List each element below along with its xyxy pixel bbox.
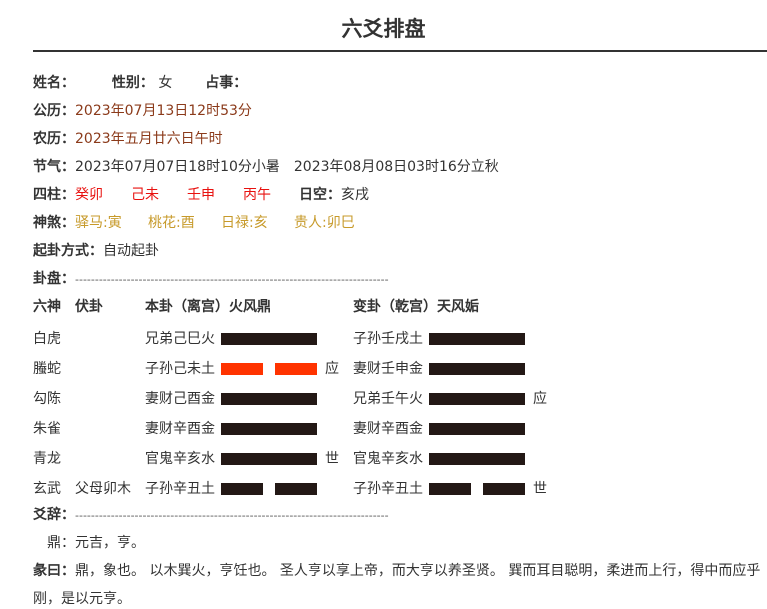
yao-label-row: 爻辞：-------------------------------------… [33, 505, 389, 525]
pillars-label: 四柱： [33, 187, 75, 203]
six-god-cell: 玄武 [33, 481, 61, 497]
tuan-label: 彖曰： [33, 563, 75, 579]
changed-position-mark: 世 [533, 481, 547, 497]
pillar-day: 壬申 [187, 187, 215, 203]
solar-row: 公历：2023年07月13日12时53分 [33, 101, 252, 121]
shensha-label: 神煞： [33, 215, 75, 231]
shensha-yima: 驿马:寅 [75, 215, 122, 231]
original-line-yin-bar-left [221, 363, 263, 375]
changed-line-yang-bar [429, 363, 525, 375]
changed-line-yin-bar-right [483, 483, 525, 495]
pillars-row: 四柱： 癸卯 己未 壬申 丙午 日空：亥戌 [33, 185, 369, 205]
changed-relation-cell: 妻财壬申金 [353, 361, 423, 377]
ding-text: 鼎：元吉，亨。 [47, 535, 145, 551]
lunar-value: 2023年五月廿六日午时 [75, 131, 223, 147]
changed-line-yang-bar [429, 333, 525, 345]
tuan-line-1: 彖曰：鼎，象也。 以木巽火，亨饪也。 圣人亨以享上帝，而大亨以养圣贤。 巽而耳目… [33, 561, 767, 581]
yao-label: 爻辞： [33, 507, 75, 523]
solar-value: 2023年07月13日12时53分 [75, 103, 252, 119]
changed-relation-cell: 兄弟壬午火 [353, 391, 423, 407]
six-god-cell: 螣蛇 [33, 361, 61, 377]
header-six-gods: 六神 [33, 299, 61, 315]
six-god-cell: 白虎 [33, 331, 61, 347]
original-relation-cell: 子孙己未土 [145, 361, 215, 377]
tuan-line-2: 刚，是以元亨。 [33, 591, 131, 607]
changed-position-mark: 应 [533, 391, 547, 407]
changed-relation-cell: 官鬼辛亥水 [353, 451, 423, 467]
original-line-yang-bar [221, 393, 317, 405]
original-relation-cell: 妻财辛酉金 [145, 421, 215, 437]
original-line-yin-bar-left [221, 483, 263, 495]
lunar-label: 农历： [33, 131, 75, 147]
void-group: 日空：亥戌 [299, 185, 369, 205]
changed-relation-cell: 子孙辛丑土 [353, 481, 423, 497]
matter-label: 占事： [205, 75, 248, 91]
pillar-year: 癸卯 [75, 187, 103, 203]
changed-relation-cell: 子孙壬戌土 [353, 331, 423, 347]
method-value: 自动起卦 [103, 243, 159, 259]
six-god-cell: 勾陈 [33, 391, 61, 407]
solar-term-value: 2023年07月07日18时10分小暑 2023年08月08日03时16分立秋 [75, 159, 499, 175]
gender-label: 性别： [111, 75, 154, 91]
solar-label: 公历： [33, 103, 75, 119]
changed-line-yin-bar-left [429, 483, 471, 495]
title-divider [33, 50, 767, 52]
shensha-rilu: 日禄:亥 [221, 215, 268, 231]
six-god-cell: 青龙 [33, 451, 61, 467]
original-position-mark: 应 [325, 361, 339, 377]
chart-label-row: 卦盘：-------------------------------------… [33, 269, 389, 289]
shensha-guiren: 贵人:卯巳 [294, 215, 355, 231]
solar-term-label: 节气： [33, 159, 75, 175]
method-row: 起卦方式：自动起卦 [33, 241, 159, 261]
pillar-month: 己未 [131, 187, 159, 203]
chart-label: 卦盘： [33, 271, 75, 287]
changed-line-yang-bar [429, 453, 525, 465]
six-god-cell: 朱雀 [33, 421, 61, 437]
original-line-yin-bar-right [275, 483, 317, 495]
original-line-yang-bar [221, 333, 317, 345]
lunar-row: 农历：2023年五月廿六日午时 [33, 129, 223, 149]
original-relation-cell: 子孙辛丑土 [145, 481, 215, 497]
name-row: 姓名： 性别： 女 占事： [33, 73, 247, 93]
original-line-yang-bar [221, 423, 317, 435]
void-label: 日空： [299, 187, 341, 203]
original-line-yang-bar [221, 453, 317, 465]
header-original-hexagram: 本卦（离宫）火风鼎 [145, 299, 271, 315]
original-line-yin-bar-right [275, 363, 317, 375]
shensha-taohua: 桃花:酉 [148, 215, 195, 231]
original-relation-cell: 官鬼辛亥水 [145, 451, 215, 467]
shensha-row: 神煞： 驿马:寅 桃花:酉 日禄:亥 贵人:卯巳 [33, 213, 355, 233]
changed-line-yang-bar [429, 423, 525, 435]
yao-dashes: ----------------------------------------… [75, 509, 389, 522]
original-relation-cell: 兄弟己巳火 [145, 331, 215, 347]
changed-relation-cell: 妻财辛酉金 [353, 421, 423, 437]
method-label: 起卦方式： [33, 243, 103, 259]
tuan-text-1: 鼎，象也。 以木巽火，亨饪也。 圣人亨以享上帝，而大亨以养圣贤。 巽而耳目聪明，… [75, 563, 761, 579]
pillar-hour: 丙午 [243, 187, 271, 203]
hidden-line-cell: 父母卯木 [75, 481, 131, 497]
solar-term-row: 节气：2023年07月07日18时10分小暑 2023年08月08日03时16分… [33, 157, 499, 177]
header-changed-hexagram: 变卦（乾宫）天风姤 [353, 299, 479, 315]
original-relation-cell: 妻财己酉金 [145, 391, 215, 407]
original-position-mark: 世 [325, 451, 339, 467]
page-title: 六爻排盘 [341, 17, 426, 41]
changed-line-yang-bar [429, 393, 525, 405]
header-hidden: 伏卦 [75, 299, 103, 315]
void-value: 亥戌 [341, 187, 369, 203]
gender-value: 女 [158, 75, 173, 91]
chart-dashes: ----------------------------------------… [75, 273, 389, 286]
name-label: 姓名： [33, 75, 75, 91]
